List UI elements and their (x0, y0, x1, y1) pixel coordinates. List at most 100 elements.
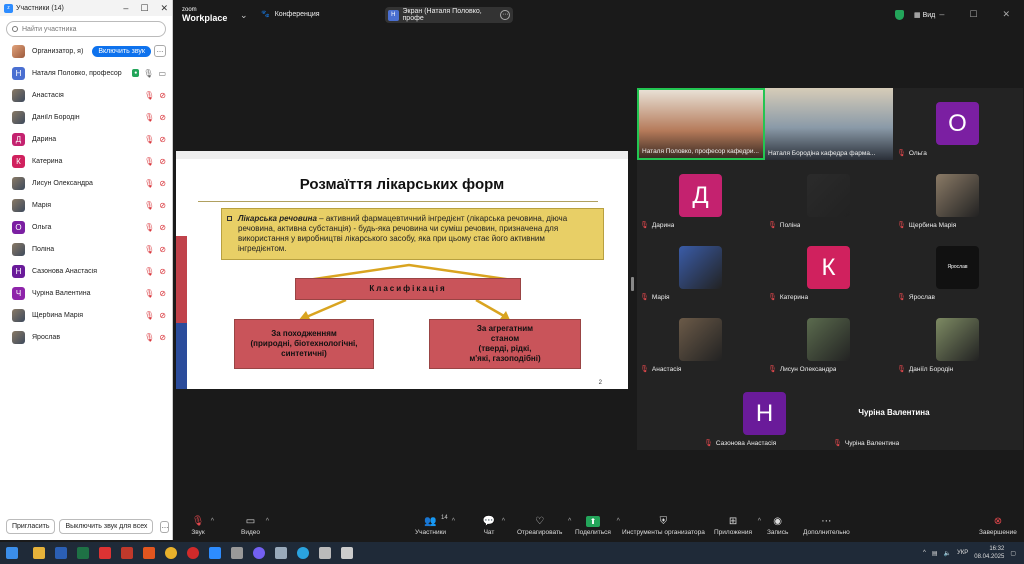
chevron-up-icon[interactable]: ^ (617, 518, 620, 525)
pdf-icon[interactable] (99, 547, 111, 559)
participant-row-host[interactable]: Организатор, я) Включить звук … (0, 40, 172, 62)
participant-row[interactable]: Д Дарина 🎙 ⊘ (0, 128, 172, 150)
chevron-up-icon[interactable]: ^ (568, 518, 571, 525)
mic-muted-icon: 🎙 (144, 112, 155, 122)
notification-icon[interactable]: ▢ (1010, 550, 1016, 557)
participant-search-input[interactable]: Найти участника (6, 21, 166, 37)
participant-row[interactable]: Марія 🎙 ⊘ (0, 194, 172, 216)
audio-button[interactable]: 🎙 Звук ^ (191, 516, 214, 536)
app-icon[interactable] (121, 547, 133, 559)
video-button[interactable]: ▭ Видео ^ (241, 516, 269, 536)
participant-avatar: К (12, 154, 25, 168)
windows-start-icon[interactable] (6, 547, 18, 559)
video-tile[interactable]: К 🎙 Катерина (765, 232, 893, 304)
end-meeting-button[interactable]: ⊗ Завершение (979, 516, 1017, 536)
chevron-up-icon[interactable]: ^ (211, 518, 214, 525)
participant-status-icons: 🎙 ⊘ (144, 113, 166, 122)
mute-all-button[interactable]: Выключить звук для всех (59, 519, 154, 534)
host-tools-button[interactable]: ⛨ Инструменты организатора (622, 516, 705, 536)
network-icon[interactable]: ▤ (932, 550, 938, 557)
participant-row[interactable]: Ч Чуріна Валентина 🎙 ⊘ (0, 282, 172, 304)
zoom-taskbar-icon[interactable] (209, 547, 221, 559)
invite-button[interactable]: Пригласить (6, 519, 56, 534)
video-tile[interactable]: Н 🎙 Сазонова Анастасія (701, 378, 829, 450)
powerpoint-icon[interactable] (143, 547, 155, 559)
tile-name-label: 🎙 Ольга (897, 149, 927, 158)
volume-icon[interactable]: 🔈 (944, 550, 951, 557)
video-tile[interactable]: Наталя Бородіна кафедра фарма... (765, 88, 893, 160)
viber-icon[interactable] (253, 547, 265, 559)
participant-row[interactable]: К Катерина 🎙 ⊘ (0, 150, 172, 172)
video-tile[interactable]: 🎙 Анастасія (637, 304, 765, 376)
clock[interactable]: 16:32 08.04.2025 (974, 545, 1004, 561)
participant-row[interactable]: Анастасія 🎙 ⊘ (0, 84, 172, 106)
minimize-icon[interactable]: – (123, 3, 128, 14)
app-icon[interactable] (341, 547, 353, 559)
video-tile[interactable]: Д 🎙 Дарина (637, 160, 765, 232)
file-explorer-icon[interactable] (33, 547, 45, 559)
security-shield-icon[interactable] (895, 10, 904, 20)
video-tile[interactable]: Чуріна Валентина 🎙 Чуріна Валентина (830, 378, 958, 450)
app-icon[interactable] (231, 547, 243, 559)
video-tile[interactable]: 🎙 Щербина Марія (894, 160, 1022, 232)
panel-more-button[interactable]: … (160, 520, 170, 533)
tile-name-label: 🎙 Лисун Олександра (768, 365, 836, 374)
close-icon[interactable]: ✕ (160, 3, 168, 14)
mic-muted-icon: 🎙 (833, 440, 842, 447)
splitter-handle[interactable] (631, 277, 634, 291)
video-tile[interactable]: Ярослав 🎙 Ярослав (894, 232, 1022, 304)
video-tile[interactable]: Наталя Половко, професор кафедри... (637, 88, 765, 160)
participants-button[interactable]: 👥 14 Участники ^ (415, 515, 455, 536)
chevron-down-icon[interactable]: ⌄ (240, 10, 248, 21)
conference-menu[interactable]: 🐾 Конференция (261, 10, 320, 19)
view-button[interactable]: ▦ Вид (914, 11, 935, 19)
more-button[interactable]: ⋯ Дополнительно (803, 516, 850, 536)
video-tile[interactable]: О 🎙 Ольга (894, 88, 1022, 160)
maximize-icon[interactable]: ☐ (140, 3, 148, 14)
participant-row-presenter[interactable]: Н Наталя Половко, професор ● 🎙 ▭ (0, 62, 172, 84)
apps-button[interactable]: ⊞ Приложения ^ (714, 516, 761, 536)
chevron-up-icon[interactable]: ^ (266, 518, 269, 525)
chevron-up-icon[interactable]: ^ (758, 518, 761, 525)
search-placeholder: Найти участника (22, 25, 77, 33)
video-tile[interactable]: 🎙 Лисун Олександра (765, 304, 893, 376)
chat-icon: 💬 (482, 516, 496, 527)
participant-name: Ольга (32, 223, 52, 231)
participant-row[interactable]: Даніїл Бородін 🎙 ⊘ (0, 106, 172, 128)
excel-icon[interactable] (77, 547, 89, 559)
clock-time: 16:32 (989, 546, 1005, 552)
heart-icon: ♡ (535, 516, 545, 527)
react-button[interactable]: ♡ Отреагировать ^ (517, 516, 571, 536)
chat-button[interactable]: 💬 Чат ^ (482, 516, 505, 536)
participant-row[interactable]: Поліна 🎙 ⊘ (0, 238, 172, 260)
participant-status-icons: 🎙 ⊘ (144, 245, 166, 254)
video-tile[interactable]: 🎙 Поліна (765, 160, 893, 232)
tile-avatar (679, 246, 722, 289)
maximize-icon[interactable]: ☐ (969, 9, 977, 20)
app-icon[interactable] (319, 547, 331, 559)
video-tile[interactable]: 🎙 Даніїл Бородін (894, 304, 1022, 376)
chevron-up-icon[interactable]: ^ (502, 518, 505, 525)
chrome-icon[interactable] (165, 547, 177, 559)
more-options-icon[interactable]: ⋯ (500, 10, 510, 20)
chevron-up-icon[interactable]: ^ (923, 550, 926, 556)
word-icon[interactable] (55, 547, 67, 559)
telegram-icon[interactable] (297, 547, 309, 559)
participant-row[interactable]: Лисун Олександра 🎙 ⊘ (0, 172, 172, 194)
app-icon[interactable] (275, 547, 287, 559)
participant-row[interactable]: Ярослав 🎙 ⊘ (0, 326, 172, 348)
share-button[interactable]: ⬆ Поделиться ^ (575, 516, 620, 536)
participant-row[interactable]: О Ольга 🎙 ⊘ (0, 216, 172, 238)
video-tile[interactable]: 🎙 Марія (637, 232, 765, 304)
close-icon[interactable]: ✕ (1002, 9, 1010, 20)
participant-row[interactable]: Щербина Марія 🎙 ⊘ (0, 304, 172, 326)
host-more-button[interactable]: … (154, 45, 166, 57)
screen-share-indicator[interactable]: Н Экран (Наталя Половко, профе ⋯ (385, 7, 513, 23)
chevron-up-icon[interactable]: ^ (452, 518, 455, 525)
minimize-icon[interactable]: – (939, 9, 944, 20)
opera-icon[interactable] (187, 547, 199, 559)
unmute-button[interactable]: Включить звук (92, 45, 151, 57)
record-button[interactable]: ◉ Запись (767, 516, 788, 536)
participant-row[interactable]: Н Сазонова Анастасія 🎙 ⊘ (0, 260, 172, 282)
language-indicator[interactable]: УКР (957, 550, 968, 556)
